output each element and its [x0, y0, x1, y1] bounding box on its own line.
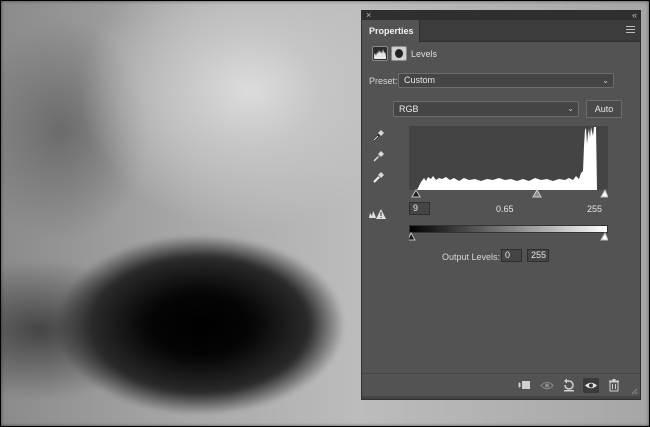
white-output-handle — [600, 231, 609, 241]
view-previous-state-icon[interactable] — [539, 378, 555, 393]
input-levels-slider[interactable] — [409, 188, 609, 199]
trash-icon[interactable] — [606, 378, 622, 393]
output-levels-label: Output Levels: — [442, 252, 501, 262]
panel-bottom-edge — [362, 396, 640, 399]
clipping-warning-icon[interactable] — [368, 208, 386, 220]
levels-histogram — [409, 126, 608, 190]
tab-properties[interactable]: Properties — [362, 20, 420, 42]
preset-label: Preset: — [369, 76, 398, 86]
preset-dropdown[interactable]: Custom ⌄ — [398, 73, 614, 88]
panel-tab-bar: Properties — [362, 20, 640, 42]
black-point-eyedropper-icon[interactable] — [373, 129, 385, 141]
panel-title-bar[interactable]: × « — [362, 10, 640, 20]
panel-footer — [362, 373, 640, 397]
gamma-input-handle — [532, 188, 542, 198]
white-point-eyedropper-icon[interactable] — [373, 171, 385, 183]
channel-dropdown[interactable]: RGB ⌄ — [393, 101, 579, 117]
input-gamma-field[interactable]: 0.65 — [496, 204, 514, 214]
black-input-handle — [411, 188, 421, 198]
clip-to-layer-icon[interactable] — [516, 378, 532, 393]
auto-button[interactable]: Auto — [586, 100, 622, 118]
levels-histogram-icon[interactable] — [372, 46, 388, 61]
reset-icon[interactable] — [561, 378, 577, 393]
white-input-handle — [600, 188, 609, 198]
output-black-field[interactable]: 0 — [501, 249, 522, 262]
layer-mask-icon[interactable] — [391, 46, 407, 61]
input-black-field[interactable]: 9 — [409, 202, 430, 215]
resize-grip-icon[interactable] — [630, 387, 638, 395]
channel-value: RGB — [399, 104, 419, 114]
black-output-handle — [407, 231, 416, 241]
properties-panel: × « Properties Levels Preset: Custom ⌄ R… — [361, 10, 641, 400]
preset-value: Custom — [404, 75, 436, 85]
adjustment-title: Levels — [411, 49, 438, 59]
output-white-field[interactable]: 255 — [527, 249, 549, 262]
input-white-field[interactable]: 255 — [587, 204, 602, 214]
chevron-down-icon: ⌄ — [567, 104, 574, 113]
tab-properties-label: Properties — [369, 26, 414, 36]
collapse-panel-icon[interactable]: « — [632, 10, 637, 20]
panel-menu-icon[interactable] — [626, 26, 635, 34]
close-panel-icon[interactable]: × — [366, 10, 371, 20]
visibility-eye-icon[interactable] — [583, 378, 599, 393]
chevron-down-icon: ⌄ — [602, 76, 609, 85]
gray-point-eyedropper-icon[interactable] — [373, 150, 385, 162]
output-levels-slider[interactable] — [407, 231, 609, 242]
